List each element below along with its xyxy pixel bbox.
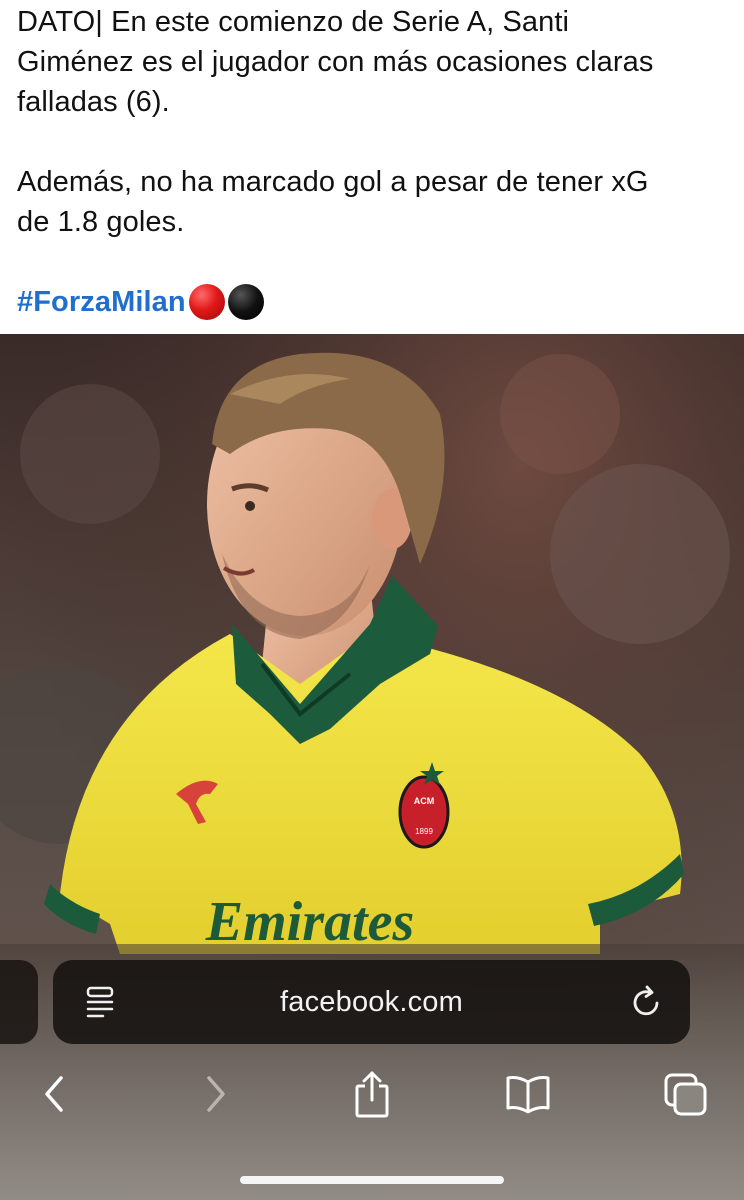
share-icon — [355, 1071, 389, 1118]
hashtag-row: #ForzaMilan — [17, 282, 727, 322]
post-text: DATO| En este comienzo de Serie A, Santi… — [17, 2, 727, 322]
svg-text:1899: 1899 — [415, 827, 433, 836]
safari-toolbar: facebook.com — [0, 944, 744, 1200]
url-text: facebook.com — [280, 985, 463, 1018]
back-icon — [45, 1076, 63, 1112]
post-line: de 1.8 goles. — [17, 206, 185, 238]
post-line: Además, no ha marcado gol a pesar de ten… — [17, 166, 649, 198]
forward-icon — [207, 1076, 225, 1112]
black-circle-icon — [227, 284, 264, 320]
address-bar[interactable]: facebook.com — [53, 960, 690, 1044]
home-indicator[interactable] — [240, 1176, 504, 1184]
red-circle-icon — [188, 284, 225, 320]
tabs-button[interactable] — [656, 1064, 716, 1124]
reader-icon[interactable] — [85, 986, 115, 1020]
hashtag-link[interactable]: #ForzaMilan — [17, 282, 186, 322]
post-line: falladas (6). — [17, 86, 170, 118]
reload-icon[interactable] — [630, 984, 664, 1020]
bookmarks-button[interactable] — [498, 1064, 558, 1124]
post-line: Giménez es el jugador con más ocasiones … — [17, 46, 654, 78]
forward-button[interactable] — [186, 1064, 246, 1124]
post-line: DATO| En este comienzo de Serie A, Santi — [17, 6, 570, 38]
previous-tab-edge[interactable] — [0, 960, 38, 1044]
share-button[interactable] — [342, 1064, 402, 1124]
back-button[interactable] — [24, 1064, 84, 1124]
bookmarks-icon — [506, 1076, 550, 1114]
tabs-icon — [664, 1073, 707, 1116]
svg-text:ACM: ACM — [414, 796, 435, 806]
